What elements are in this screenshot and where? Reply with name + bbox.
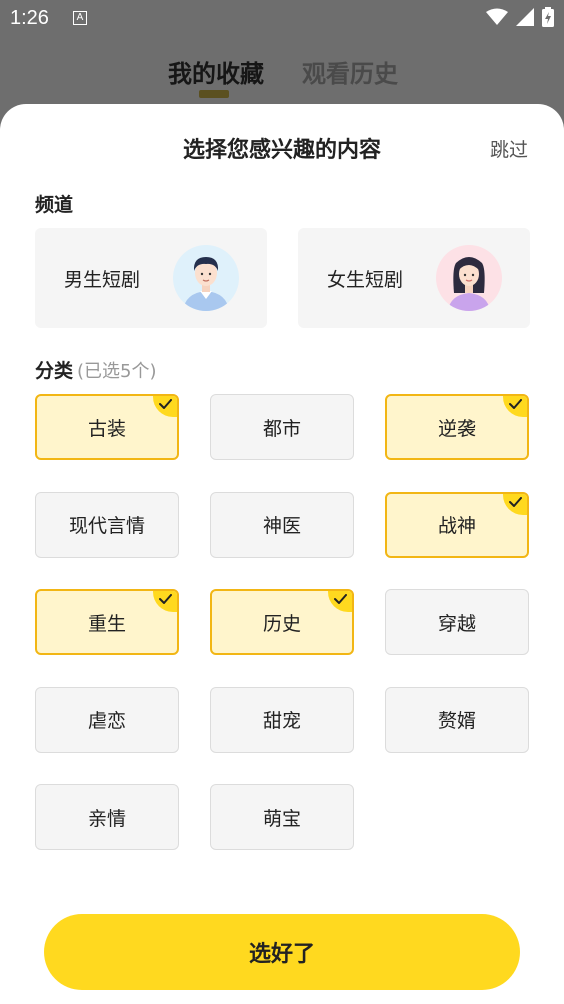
- category-chip[interactable]: 虐恋: [35, 686, 179, 753]
- category-chip-label: 现代言情: [68, 515, 145, 537]
- tab-favorites[interactable]: 我的收藏: [168, 54, 264, 89]
- category-chip[interactable]: 都市: [210, 394, 354, 460]
- checkmark-icon: [153, 396, 177, 417]
- category-chip-label: 虐恋: [87, 710, 126, 732]
- category-chip[interactable]: 甜宠: [210, 686, 354, 753]
- category-section-label: 分类 (已选5个): [35, 356, 157, 383]
- category-chip[interactable]: 现代言情: [35, 491, 179, 558]
- category-chip[interactable]: 战神: [385, 491, 529, 558]
- category-chip-label: 古装: [87, 417, 126, 440]
- wifi-icon: [486, 8, 508, 25]
- category-chip[interactable]: 亲情: [35, 784, 179, 850]
- category-chip[interactable]: 古装: [35, 394, 179, 460]
- skip-button[interactable]: 跳过: [490, 135, 528, 162]
- category-chip-label: 赘婿: [437, 710, 476, 732]
- top-tab-bar: 我的收藏 观看历史: [0, 36, 564, 106]
- channel-label: 女生短剧: [327, 269, 404, 291]
- category-chip[interactable]: 穿越: [385, 589, 529, 655]
- status-bar: 1:26 A: [0, 0, 564, 36]
- category-chip-label: 神医: [262, 515, 301, 537]
- checkmark-icon: [153, 591, 177, 612]
- category-section-title: 分类: [35, 360, 74, 382]
- interest-selection-sheet: 选择您感兴趣的内容 跳过 频道 男生短剧 女生短剧 分类 (已选5个) 古装 都…: [0, 104, 564, 1004]
- category-chip-label: 历史: [262, 612, 301, 635]
- category-chip-label: 亲情: [87, 807, 126, 830]
- app-notification-icon: A: [73, 11, 87, 25]
- channel-card-male[interactable]: 男生短剧: [35, 228, 267, 328]
- category-chip[interactable]: 赘婿: [385, 686, 529, 753]
- female-avatar-icon: [436, 245, 502, 311]
- category-chip[interactable]: 重生: [35, 589, 179, 655]
- category-chip-label: 逆袭: [437, 417, 476, 440]
- category-chip[interactable]: 神医: [210, 491, 354, 558]
- category-chip-label: 穿越: [437, 612, 476, 635]
- channel-label: 男生短剧: [64, 269, 141, 291]
- confirm-selection-button[interactable]: 选好了: [44, 914, 520, 990]
- category-chip-label: 甜宠: [262, 710, 301, 732]
- category-chip-label: 重生: [87, 612, 126, 635]
- category-chip[interactable]: 历史: [210, 589, 354, 655]
- status-icons: [486, 7, 554, 27]
- category-chip-label: 都市: [262, 417, 301, 440]
- checkmark-icon: [503, 396, 527, 417]
- signal-icon: [516, 8, 534, 26]
- checkmark-icon: [503, 493, 527, 515]
- active-tab-indicator: [199, 90, 229, 98]
- category-chip-label: 萌宝: [262, 807, 301, 830]
- channel-card-female[interactable]: 女生短剧: [298, 228, 530, 328]
- battery-icon: [542, 7, 554, 27]
- status-time: 1:26: [10, 7, 49, 29]
- category-chip[interactable]: 逆袭: [385, 394, 529, 460]
- channel-section-label: 频道: [35, 194, 74, 216]
- sheet-title: 选择您感兴趣的内容: [182, 138, 381, 163]
- checkmark-icon: [328, 591, 352, 612]
- category-chip-label: 战神: [437, 515, 476, 537]
- category-chip[interactable]: 萌宝: [210, 784, 354, 850]
- tab-watch-history[interactable]: 观看历史: [302, 54, 398, 89]
- male-avatar-icon: [173, 245, 239, 311]
- selected-count-note: (已选5个): [77, 361, 157, 382]
